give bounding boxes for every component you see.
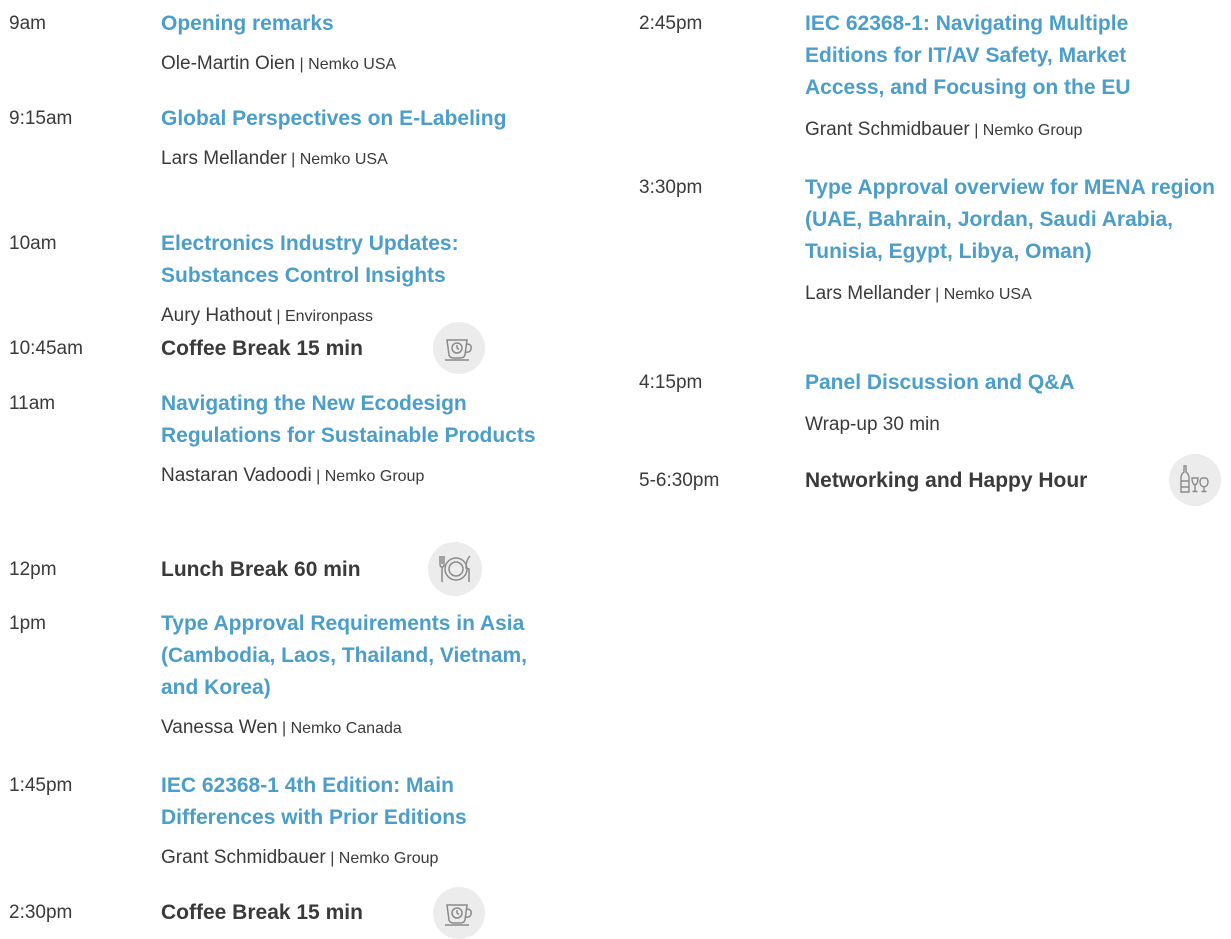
session-title: Panel Discussion and Q&A <box>805 371 1075 394</box>
separator: | <box>295 56 309 73</box>
session-title: Opening remarks <box>161 12 334 35</box>
speaker-line: Aury Hathout | Environpass <box>161 300 551 333</box>
speaker-org: Nemko Group <box>338 850 439 867</box>
break-label: Lunch Break 60 min <box>161 558 361 581</box>
agenda-time: 9am <box>9 13 46 34</box>
speaker-line: Ole-Martin Oien | Nemko USA <box>161 48 601 81</box>
speaker-name: Ole-Martin Oien <box>161 53 296 74</box>
speaker-name: Grant Schmidbauer <box>805 119 970 140</box>
agenda-time: 3:30pm <box>639 177 703 198</box>
agenda-time: 10am <box>9 233 57 254</box>
speaker-org: Nemko USA <box>299 151 388 168</box>
speaker-org: Nemko Group <box>324 468 425 485</box>
speaker-line: Nastaran Vadoodi | Nemko Group <box>161 460 541 493</box>
session-title: Global Perspectives on E-Labeling <box>161 107 507 130</box>
break-label: Networking and Happy Hour <box>805 469 1088 492</box>
speaker-org: Nemko USA <box>308 56 397 73</box>
coffee-cup-icon <box>433 887 485 939</box>
break-label: Coffee Break 15 min <box>161 337 363 360</box>
session-title: Electronics Industry Updates: Substances… <box>161 232 459 287</box>
speaker-line: Grant Schmidbauer | Nemko Group <box>805 114 1201 147</box>
separator: | <box>311 468 325 485</box>
wine-glasses-icon <box>1169 454 1221 506</box>
speaker-name: Vanessa Wen <box>161 717 278 738</box>
break-label: Coffee Break 15 min <box>161 901 363 924</box>
speaker-org: Nemko Canada <box>290 720 402 737</box>
agenda-time: 5-6:30pm <box>639 470 720 491</box>
separator: | <box>277 720 291 737</box>
coffee-cup-icon <box>433 322 485 374</box>
separator: | <box>969 122 983 139</box>
session-title: IEC 62368-1 4th Edition: Main Difference… <box>161 774 467 829</box>
speaker-name: Nastaran Vadoodi <box>161 465 312 486</box>
separator: | <box>930 286 944 303</box>
separator: | <box>271 308 285 325</box>
speaker-line: Grant Schmidbauer | Nemko Group <box>161 842 551 875</box>
session-subtitle: Wrap-up 30 min <box>805 414 940 435</box>
speaker-name: Aury Hathout <box>161 305 272 326</box>
agenda-time: 1pm <box>9 613 46 634</box>
agenda-time: 9:15am <box>9 108 73 129</box>
session-title: Type Approval Requirements in Asia (Camb… <box>161 612 528 699</box>
agenda-time: 10:45am <box>9 338 83 359</box>
speaker-line: Lars Mellander | Nemko USA <box>161 143 601 176</box>
agenda-time: 4:15pm <box>639 372 703 393</box>
plate-cutlery-icon <box>428 542 482 596</box>
agenda-time: 12pm <box>9 559 57 580</box>
speaker-line: Lars Mellander | Nemko USA <box>805 278 1225 311</box>
agenda-time: 2:30pm <box>9 902 73 923</box>
speaker-org: Environpass <box>284 308 373 325</box>
separator: | <box>325 850 339 867</box>
speaker-name: Lars Mellander <box>161 148 287 169</box>
session-title: Type Approval overview for MENA region (… <box>805 176 1215 263</box>
session-title: IEC 62368-1: Navigating Multiple Edition… <box>805 12 1131 99</box>
agenda-time: 11am <box>9 393 56 414</box>
session-title: Navigating the New Ecodesign Regulations… <box>161 392 536 447</box>
separator: | <box>286 151 300 168</box>
speaker-name: Lars Mellander <box>805 283 931 304</box>
speaker-org: Nemko USA <box>943 286 1032 303</box>
speaker-line: Vanessa Wen | Nemko Canada <box>161 712 561 745</box>
speaker-org: Nemko Group <box>982 122 1083 139</box>
speaker-name: Grant Schmidbauer <box>161 847 326 868</box>
agenda-time: 1:45pm <box>9 775 73 796</box>
agenda-time: 2:45pm <box>639 13 703 34</box>
